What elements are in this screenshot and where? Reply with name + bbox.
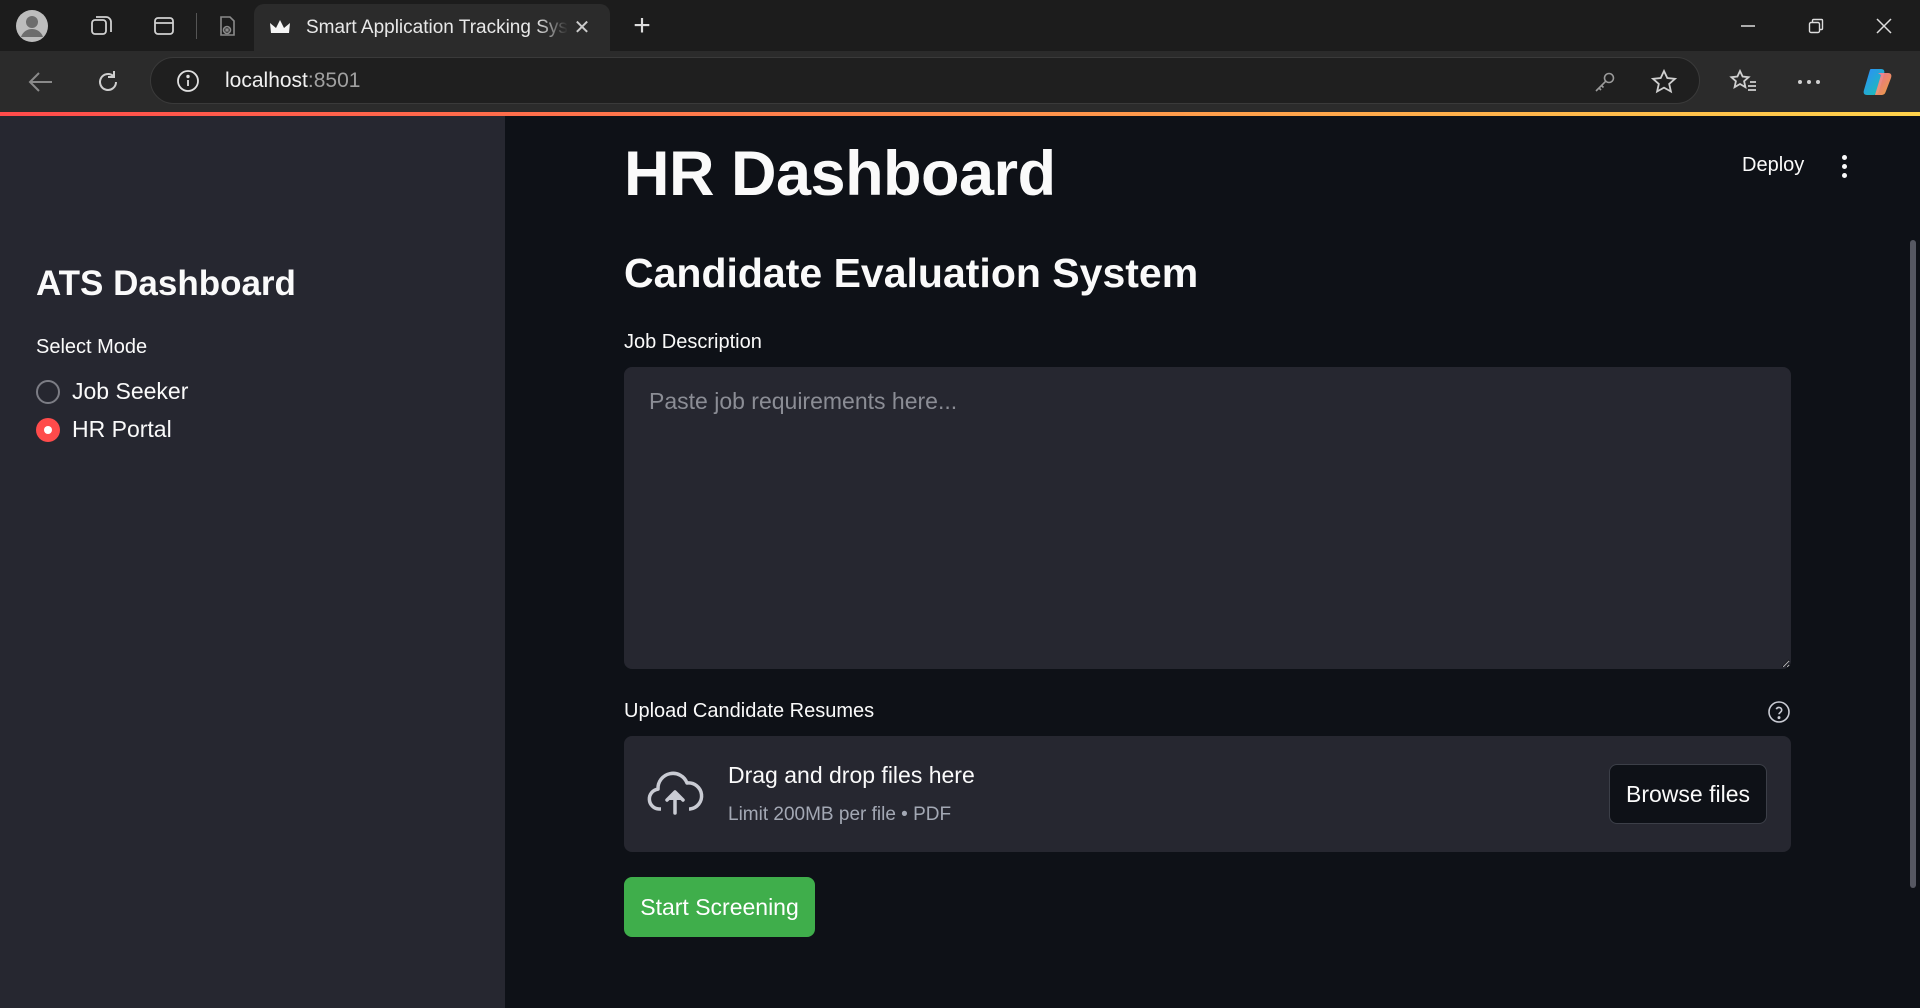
sidebar-title: ATS Dashboard — [36, 264, 296, 303]
tabbar-separator — [196, 12, 197, 39]
page-subtitle: Candidate Evaluation System — [624, 250, 1199, 296]
url-port: :8501 — [307, 68, 361, 92]
job-description-textarea[interactable] — [624, 367, 1791, 669]
url-text: localhost:8501 — [225, 69, 360, 93]
cloud-upload-icon — [646, 769, 704, 819]
radio-label-hr-portal: HR Portal — [72, 416, 172, 442]
more-options-icon[interactable] — [1788, 61, 1830, 103]
browse-files-button[interactable]: Browse files — [1609, 764, 1767, 824]
dropzone-title: Drag and drop files here — [728, 762, 975, 788]
favorites-list-icon[interactable] — [1722, 61, 1764, 103]
radio-button-selected[interactable] — [36, 417, 60, 442]
job-description-label: Job Description — [624, 331, 762, 353]
deploy-button[interactable]: Deploy — [1742, 154, 1804, 177]
radio-button-unselected[interactable] — [36, 379, 60, 404]
dropzone-hint: Limit 200MB per file • PDF — [728, 804, 952, 825]
main-menu-icon[interactable] — [1830, 150, 1858, 182]
back-arrow-icon[interactable] — [20, 61, 62, 103]
url-input[interactable]: localhost:8501 — [150, 57, 1700, 104]
workspaces-icon[interactable] — [82, 6, 122, 46]
main-scrollbar[interactable] — [1910, 240, 1916, 888]
tab-actions-icon[interactable] — [207, 6, 247, 46]
close-window-icon[interactable] — [1850, 0, 1918, 51]
vertical-tabs-icon[interactable] — [144, 6, 184, 46]
start-screening-button[interactable]: Start Screening — [624, 877, 815, 937]
key-icon[interactable] — [1589, 66, 1621, 98]
close-tab-icon[interactable]: ✕ — [568, 14, 596, 42]
radio-label-job-seeker: Job Seeker — [72, 378, 189, 404]
active-browser-tab[interactable]: Smart Application Tracking System ✕ — [254, 4, 610, 51]
favorite-star-icon[interactable] — [1648, 66, 1680, 98]
restore-window-icon[interactable] — [1782, 0, 1850, 51]
url-host: localhost — [225, 68, 308, 92]
page-title: HR Dashboard — [624, 139, 1056, 209]
site-info-icon[interactable] — [173, 66, 203, 96]
profile-avatar-icon[interactable] — [12, 6, 52, 46]
upload-resumes-label: Upload Candidate Resumes — [624, 700, 875, 722]
streamlit-crown-icon — [268, 16, 292, 40]
copilot-icon[interactable] — [1858, 61, 1900, 103]
new-tab-icon[interactable]: + — [622, 6, 662, 46]
help-question-icon[interactable] — [1767, 700, 1791, 724]
browser-address-bar: localhost:8501 — [0, 51, 1920, 112]
radio-option-hr-portal[interactable]: HR Portal — [36, 416, 172, 443]
minimize-window-icon[interactable] — [1714, 0, 1782, 51]
file-upload-dropzone[interactable]: Drag and drop files here Limit 200MB per… — [624, 736, 1791, 852]
tab-title: Smart Application Tracking System — [306, 16, 568, 38]
radio-option-job-seeker[interactable]: Job Seeker — [36, 378, 188, 405]
reload-icon[interactable] — [87, 61, 129, 103]
mode-label: Select Mode — [36, 336, 148, 358]
sidebar: ATS Dashboard Select Mode Job Seeker HR … — [0, 116, 505, 1008]
